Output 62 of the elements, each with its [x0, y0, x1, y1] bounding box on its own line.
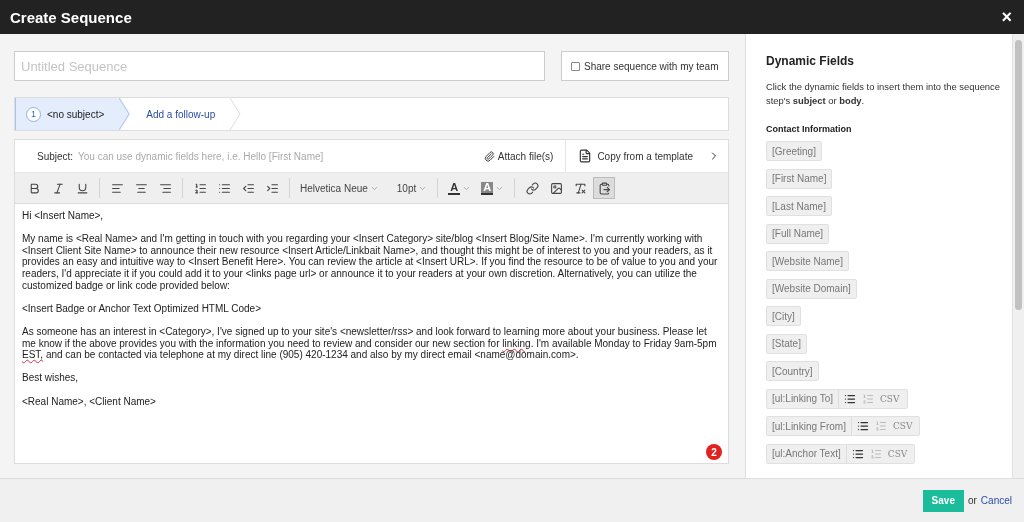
bullet-list-icon[interactable] — [856, 420, 869, 432]
bullet-list-icon — [217, 181, 231, 195]
image-icon — [549, 181, 563, 195]
csv-option[interactable]: CSV — [887, 448, 908, 459]
indent-icon — [265, 181, 279, 195]
dynamic-field-chip[interactable]: [Full Name] — [766, 223, 830, 244]
scrollbar[interactable] — [1012, 34, 1024, 478]
paperclip-icon — [483, 150, 495, 162]
text-color-button[interactable]: A — [444, 177, 476, 199]
panel-title: Dynamic Fields — [766, 54, 856, 68]
body-paragraph: My name is <Real Name> and I'm getting in touch with you regarding your <Insert Category> site/blog <Insert Blog/Site Name>. I'm currently working with <Insert Client Site Name> to announce their new resource <Insert Article/Linkbait Name>, and thought this might be of interest to you and your readers, as it provides an easy and intuitive way to <Insert Benefit Here>. You can review the article at <Insert URL>. If you find the resource to be of value to you and your readers, I'd appreciate it if you could add it to your <links page url> or announce it to your readers at your own discretion. Alternatively, you can utilize the customized badge or link code provided below: — [22, 233, 719, 292]
notification-badge: 2 — [706, 444, 722, 460]
background-color-button[interactable]: A — [477, 177, 509, 199]
copy-template-button[interactable]: Copy from a template — [565, 140, 728, 172]
step-tab[interactable]: 1 <no subject> — [15, 98, 131, 130]
sequence-name-field[interactable]: Untitled Sequence — [14, 51, 545, 81]
bullet-list-icon[interactable] — [843, 392, 856, 405]
close-button[interactable]: × — [999, 6, 1014, 28]
body-paragraph: Hi <Insert Name>, — [22, 210, 105, 222]
numbered-list-icon — [193, 181, 207, 195]
csv-option[interactable]: CSV — [892, 421, 913, 431]
font-size-dropdown[interactable]: 10pt — [392, 177, 432, 199]
attach-files-button[interactable]: Attach file(s) — [471, 150, 566, 162]
clear-format-icon — [573, 181, 587, 195]
body-paragraph: <Insert Badge or Anchor Text Optimized HTML Code> — [22, 302, 262, 315]
dynamic-field-chip[interactable]: [Greeting] — [766, 141, 822, 161]
dynamic-field-chip[interactable]: [First Name] — [766, 168, 833, 189]
align-center-icon — [134, 181, 148, 195]
save-button[interactable]: Save — [922, 489, 964, 512]
clipboard-icon — [597, 181, 611, 195]
share-checkbox[interactable]: Share sequence with my team — [561, 51, 729, 81]
dynamic-field-button[interactable]: [ul:Linking To] — [767, 389, 838, 408]
bullet-list-icon[interactable] — [851, 447, 864, 460]
align-left-icon — [110, 181, 124, 195]
body-paragraph: Best wishes, — [22, 372, 80, 384]
outdent-icon — [241, 181, 255, 195]
dynamic-field-chip[interactable]: [Website Name] — [766, 251, 849, 271]
italic-icon — [51, 181, 65, 195]
paste-button[interactable] — [593, 177, 616, 199]
align-right-icon — [158, 181, 172, 195]
dynamic-field-chip[interactable]: [State] — [766, 333, 807, 354]
body-paragraph: <Real Name>, <Client Name> — [22, 395, 157, 408]
link-icon — [525, 181, 539, 195]
underline-icon — [75, 181, 89, 195]
body-paragraph: As someone has an interest in <Category>, I've signed up to your site's <newsletter/rss> and look forward to learning more about your business. Please let me know if the above provides you with the information you need to review and consider our new section for linking. I'm available Monday to Friday 9am-5pm EST, and can be contacted via telephone at my direct line (905) 420-1234 and also by my direct email <name@domain.com>. — [22, 325, 718, 361]
dynamic-field-chip[interactable]: [Website Domain] — [766, 278, 857, 299]
panel-description: Click the dynamic fields to insert them into the sequence step's subject or body. — [766, 80, 1001, 108]
dynamic-field-chip[interactable]: [Country] — [766, 361, 819, 381]
dynamic-field-chip[interactable]: [City] — [766, 306, 801, 326]
document-icon — [578, 149, 593, 163]
step-number: 1 — [26, 106, 41, 122]
csv-option[interactable]: CSV — [879, 393, 900, 404]
chevron-divider — [119, 98, 131, 130]
window-title: Create Sequence — [10, 8, 132, 26]
dynamic-field-chip[interactable]: [Last Name] — [766, 196, 832, 216]
subject-label: Subject: — [36, 150, 75, 162]
or-text: or — [967, 495, 977, 506]
dynamic-field-button[interactable]: [ul:Linking From] — [767, 417, 851, 435]
dynamic-field-button[interactable]: [ul:Anchor Text] — [767, 444, 846, 463]
font-dropdown[interactable]: Helvetica Neue — [296, 177, 383, 199]
section-heading: Contact Information — [766, 124, 853, 134]
cancel-link[interactable]: Cancel — [980, 495, 1012, 506]
